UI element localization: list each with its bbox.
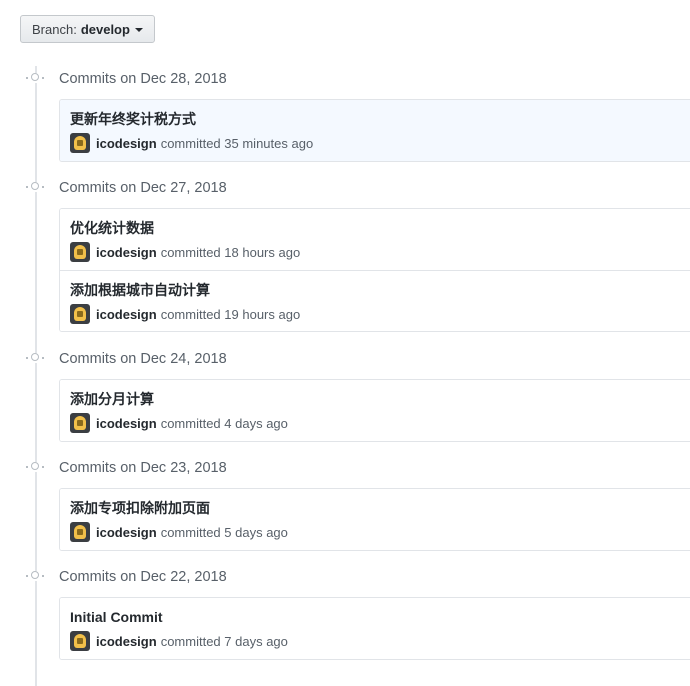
commit-message[interactable]: 优化统计数据 <box>70 218 154 238</box>
commit-message[interactable]: 添加分月计算 <box>70 389 154 409</box>
commit-row[interactable]: 添加专项扣除附加页面 icodesign committed 5 days ag… <box>60 489 690 550</box>
commit-group: Commits on Dec 24, 2018 添加分月计算 icodesign… <box>0 347 690 442</box>
commit-row[interactable]: 添加分月计算 icodesign committed 4 days ago <box>60 380 690 441</box>
commit-list: 添加分月计算 icodesign committed 4 days ago <box>59 379 690 442</box>
branch-select-button[interactable]: Branch: develop <box>20 15 155 43</box>
user-avatar[interactable] <box>70 413 90 433</box>
commit-action: committed <box>160 633 221 649</box>
commit-message[interactable]: 更新年终奖计税方式 <box>70 109 196 129</box>
commit-author[interactable]: icodesign <box>96 525 157 540</box>
commit-time: 35 minutes ago <box>224 135 314 151</box>
commit-list: 优化统计数据 icodesign committed 18 hours ago … <box>59 208 690 332</box>
user-avatar[interactable] <box>70 522 90 542</box>
commit-author[interactable]: icodesign <box>96 416 157 431</box>
commit-action: committed <box>160 306 221 322</box>
git-commit-icon <box>26 182 44 192</box>
commit-author[interactable]: icodesign <box>96 245 157 260</box>
commit-time: 4 days ago <box>224 415 288 431</box>
commit-group: Commits on Dec 27, 2018 优化统计数据 icodesign… <box>0 176 690 332</box>
user-avatar[interactable] <box>70 242 90 262</box>
commit-message[interactable]: Initial Commit <box>70 607 163 627</box>
commit-author[interactable]: icodesign <box>96 634 157 649</box>
commit-group: Commits on Dec 22, 2018 Initial Commit i… <box>0 565 690 660</box>
commit-row[interactable]: 优化统计数据 icodesign committed 18 hours ago <box>60 209 690 270</box>
commit-message[interactable]: 添加专项扣除附加页面 <box>70 498 210 518</box>
branch-label: Branch: <box>32 21 77 37</box>
group-date-title: Commits on Dec 22, 2018 <box>59 569 227 585</box>
group-date-title: Commits on Dec 28, 2018 <box>59 71 227 87</box>
commit-row[interactable]: 添加根据城市自动计算 icodesign committed 19 hours … <box>60 270 690 331</box>
commit-action: committed <box>160 135 221 151</box>
user-avatar[interactable] <box>70 133 90 153</box>
commit-author[interactable]: icodesign <box>96 307 157 322</box>
commit-message[interactable]: 添加根据城市自动计算 <box>70 280 210 300</box>
commit-row[interactable]: Initial Commit icodesign committed 7 day… <box>60 598 690 659</box>
git-commit-icon <box>26 353 44 363</box>
commit-time: 5 days ago <box>224 524 288 540</box>
group-date-title: Commits on Dec 27, 2018 <box>59 180 227 196</box>
commit-time: 18 hours ago <box>224 244 301 260</box>
user-avatar[interactable] <box>70 304 90 324</box>
commit-group: Commits on Dec 23, 2018 添加专项扣除附加页面 icode… <box>0 456 690 551</box>
commit-action: committed <box>160 244 221 260</box>
commit-list: 更新年终奖计税方式 icodesign committed 35 minutes… <box>59 99 690 162</box>
commit-list: Initial Commit icodesign committed 7 day… <box>59 597 690 660</box>
commit-row[interactable]: 更新年终奖计税方式 icodesign committed 35 minutes… <box>60 100 690 161</box>
group-date-title: Commits on Dec 24, 2018 <box>59 351 227 367</box>
git-commit-icon <box>26 462 44 472</box>
commit-action: committed <box>160 524 221 540</box>
git-commit-icon <box>26 73 44 83</box>
commit-list: 添加专项扣除附加页面 icodesign committed 5 days ag… <box>59 488 690 551</box>
branch-name: develop <box>80 21 130 37</box>
git-commit-icon <box>26 571 44 581</box>
commit-group: Commits on Dec 28, 2018 更新年终奖计税方式 icodes… <box>0 67 690 162</box>
user-avatar[interactable] <box>70 631 90 651</box>
caret-down-icon <box>134 27 143 32</box>
commit-author[interactable]: icodesign <box>96 136 157 151</box>
timeline-line <box>35 66 37 686</box>
commit-action: committed <box>160 415 221 431</box>
group-date-title: Commits on Dec 23, 2018 <box>59 460 227 476</box>
commit-time: 19 hours ago <box>224 306 301 322</box>
commit-time: 7 days ago <box>224 633 288 649</box>
